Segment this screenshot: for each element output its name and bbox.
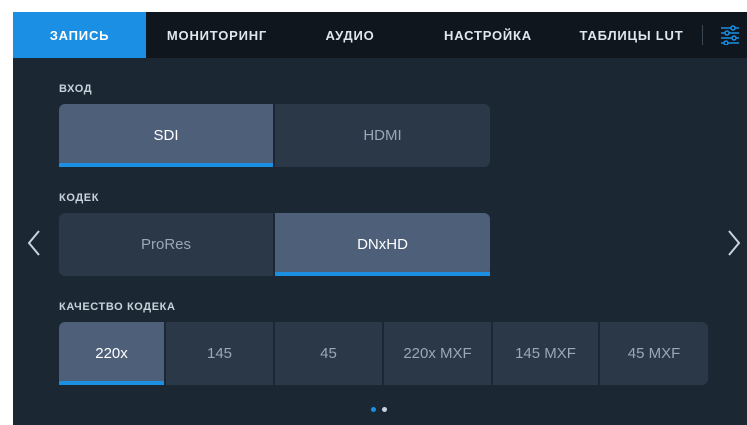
quality-option-label: 145 MXF [515, 345, 576, 362]
selected-indicator [59, 381, 164, 385]
page-indicator [371, 407, 387, 412]
page-dot [382, 407, 387, 412]
tab-monitoring[interactable]: МОНИТОРИНГ [146, 12, 288, 58]
chevron-left-icon [27, 230, 40, 256]
recording-settings-screen: ЗАПИСЬ МОНИТОРИНГ АУДИО НАСТРОЙКА ТАБЛИЦ… [13, 12, 747, 425]
tab-luts[interactable]: ТАБЛИЦЫ LUT [564, 12, 699, 58]
quality-option-label: 145 [206, 345, 233, 362]
tab-setup[interactable]: НАСТРОЙКА [412, 12, 564, 58]
quality-option-220x[interactable]: 220x [59, 322, 164, 385]
settings-menu-button[interactable] [713, 12, 747, 58]
quality-option-label: 45 [320, 345, 337, 362]
tab-audio[interactable]: АУДИО [288, 12, 412, 58]
codec-option-label: DNxHD [357, 236, 408, 253]
input-option-hdmi[interactable]: HDMI [275, 104, 490, 167]
quality-option-label: 220x [95, 345, 128, 362]
quality-option-label: 45 MXF [627, 345, 681, 362]
chevron-right-icon [728, 230, 741, 256]
tab-record[interactable]: ЗАПИСЬ [13, 12, 146, 58]
quality-option-220x-mxf[interactable]: 220x MXF [384, 322, 491, 385]
codec-option-label: ProRes [140, 236, 192, 253]
codec-option-dnxhd[interactable]: DNxHD [275, 213, 490, 276]
selected-indicator [59, 163, 273, 167]
quality-section-label: КАЧЕСТВО КОДЕКА [59, 301, 176, 313]
next-page-button[interactable] [723, 225, 745, 261]
top-tab-bar: ЗАПИСЬ МОНИТОРИНГ АУДИО НАСТРОЙКА ТАБЛИЦ… [13, 12, 747, 58]
quality-option-145[interactable]: 145 [166, 322, 273, 385]
input-option-label: SDI [153, 127, 179, 144]
input-section-label: ВХОД [59, 83, 93, 95]
tab-divider [702, 25, 703, 45]
codec-option-prores[interactable]: ProRes [59, 213, 273, 276]
page-dot-active [371, 407, 376, 412]
codec-section-label: КОДЕК [59, 192, 100, 204]
previous-page-button[interactable] [23, 225, 45, 261]
input-option-label: HDMI [363, 127, 402, 144]
quality-option-label: 220x MXF [403, 345, 472, 362]
quality-option-45[interactable]: 45 [275, 322, 382, 385]
selected-indicator [275, 272, 490, 276]
quality-option-45-mxf[interactable]: 45 MXF [600, 322, 708, 385]
quality-option-145-mxf[interactable]: 145 MXF [493, 322, 598, 385]
input-option-sdi[interactable]: SDI [59, 104, 273, 167]
sliders-icon [721, 25, 739, 45]
